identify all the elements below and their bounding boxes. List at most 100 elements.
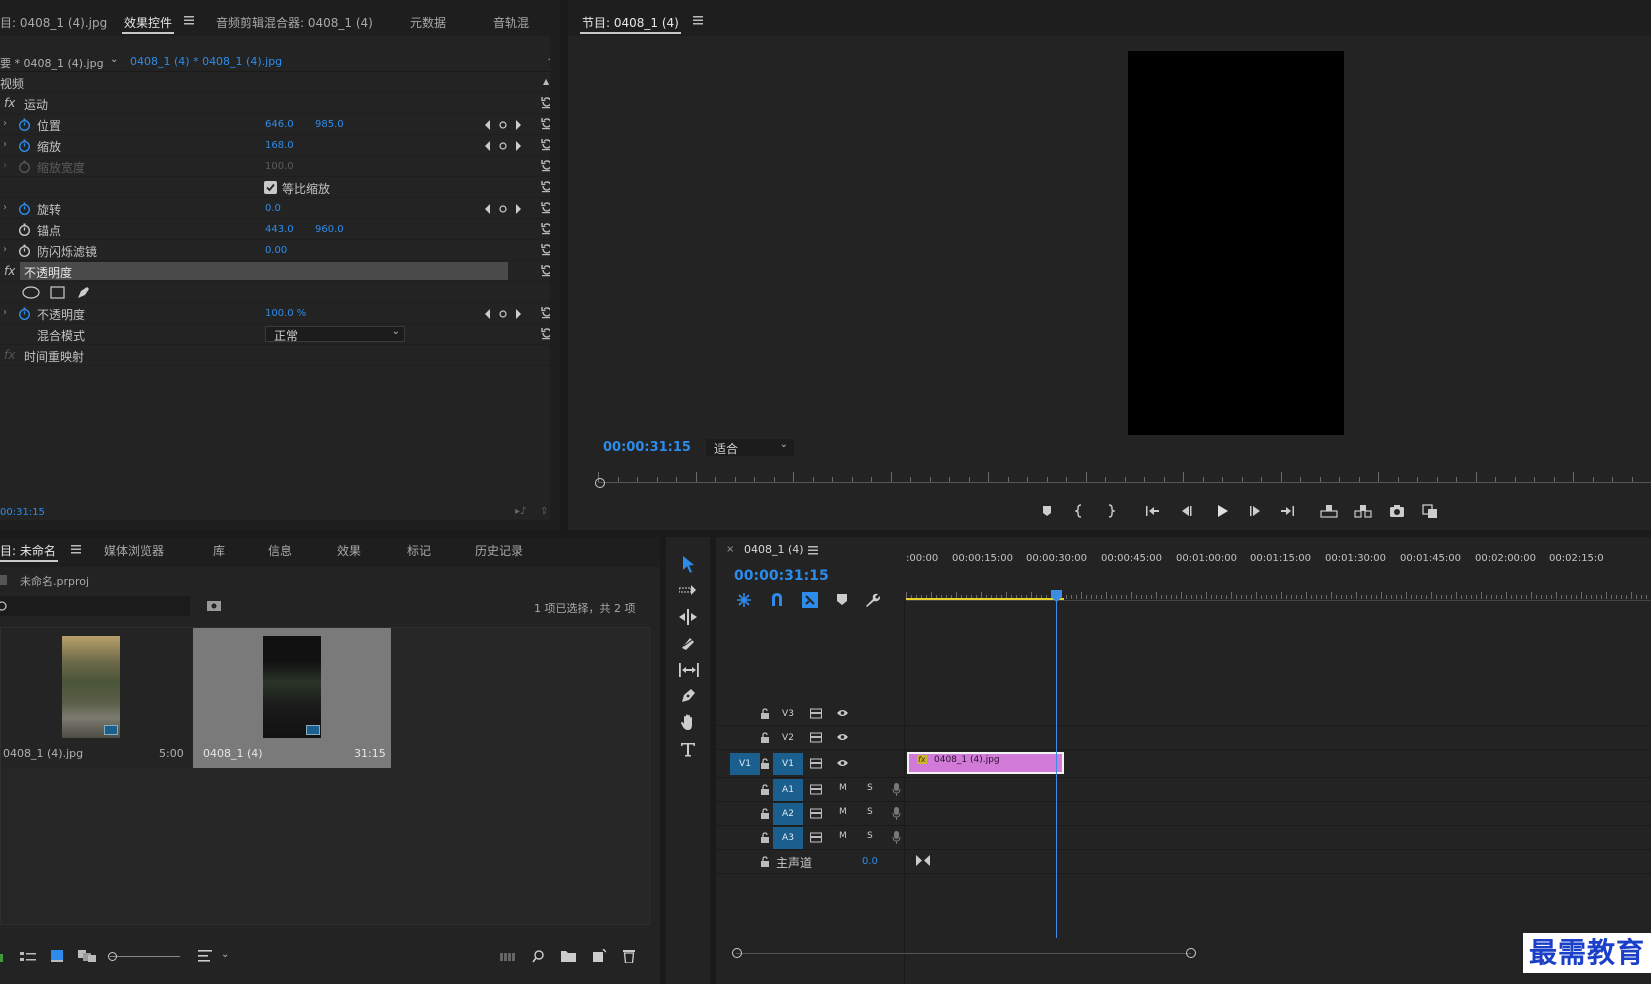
pen-tool-icon[interactable] [680, 688, 696, 704]
opacity-effect-row[interactable]: fx 不透明度 [0, 261, 550, 282]
expand-chevron-icon[interactable]: › [3, 118, 7, 129]
microphone-icon[interactable] [892, 783, 901, 796]
playhead-handle[interactable] [595, 478, 605, 488]
rectangle-mask-icon[interactable] [50, 286, 65, 299]
panel-menu-icon[interactable] [808, 546, 818, 555]
project-item-sequence[interactable]: 0408_1 (4) 31:15 [193, 628, 391, 768]
solo-button[interactable]: S [867, 807, 873, 817]
stopwatch-icon[interactable] [18, 307, 31, 320]
expand-chevron-icon[interactable]: › [3, 307, 7, 318]
timeline-clip[interactable]: fx 0408_1 (4).jpg [907, 752, 1064, 774]
tab-project[interactable]: 目: 未命名 [0, 542, 58, 562]
reset-icon[interactable] [540, 305, 550, 319]
tab-media-browser[interactable]: 媒体浏览器 [104, 542, 164, 559]
stopwatch-icon[interactable] [18, 139, 31, 152]
tab-effects[interactable]: 效果 [337, 542, 361, 559]
eye-icon[interactable] [836, 732, 849, 742]
master-track[interactable]: 主声道 0.0 [716, 850, 1651, 874]
reset-icon[interactable] [540, 95, 550, 109]
mute-button[interactable]: M [839, 831, 847, 841]
project-item-image[interactable]: 0408_1 (4).jpg 5:00 [1, 628, 191, 768]
step-back-icon[interactable] [1178, 502, 1196, 520]
tab-history[interactable]: 历史记录 [475, 542, 523, 559]
icon-view-icon[interactable] [51, 950, 63, 962]
extract-icon[interactable] [1354, 502, 1372, 520]
nest-icon[interactable] [736, 592, 752, 608]
sync-lock-icon[interactable] [810, 832, 822, 843]
reset-icon[interactable] [540, 137, 550, 151]
scale-value[interactable]: 168.0 [265, 140, 294, 151]
tab-audio-clip-mixer[interactable]: 音频剪辑混合器: 0408_1 (4) [216, 14, 373, 31]
clip-fx-badge[interactable]: fx [917, 755, 927, 764]
scrollbar-handle-left[interactable] [732, 948, 742, 958]
sync-lock-icon[interactable] [810, 732, 822, 743]
track-label[interactable]: V3 [773, 703, 803, 725]
microphone-icon[interactable] [892, 831, 901, 844]
sync-lock-icon[interactable] [810, 758, 822, 769]
go-to-in-icon[interactable] [1143, 502, 1161, 520]
audio-track-a1[interactable]: A1 M S [716, 778, 1651, 802]
sync-lock-icon[interactable] [810, 708, 822, 719]
track-label[interactable]: A2 [773, 803, 803, 825]
track-label[interactable]: V1 [773, 753, 803, 775]
keyframe-nav-icon[interactable] [485, 204, 525, 214]
sort-icon[interactable] [198, 950, 212, 962]
chevron-down-icon[interactable]: ⌄ [221, 949, 229, 960]
reset-icon[interactable] [540, 263, 550, 277]
panel-menu-icon[interactable] [71, 545, 81, 554]
lock-icon[interactable] [760, 856, 770, 867]
program-timecode[interactable]: 00:00:31:15 [603, 440, 691, 455]
add-marker-icon[interactable] [836, 593, 848, 606]
wrench-icon[interactable] [864, 592, 880, 608]
track-label[interactable]: A1 [773, 779, 803, 801]
master-volume-value[interactable]: 0.0 [862, 856, 878, 867]
sequence-clip-label[interactable]: 0408_1 (4) * 0408_1 (4).jpg [130, 55, 282, 68]
add-marker-icon[interactable] [1038, 502, 1056, 520]
hand-tool-icon[interactable] [680, 714, 696, 731]
reset-icon[interactable] [540, 116, 550, 130]
slip-tool-icon[interactable] [679, 663, 699, 677]
track-select-tool-icon[interactable] [679, 583, 697, 597]
timeline-scrollbar[interactable] [716, 947, 1651, 959]
stopwatch-icon[interactable] [18, 202, 31, 215]
tab-program-monitor[interactable]: 节目: 0408_1 (4) [580, 14, 681, 34]
antiflicker-value[interactable]: 0.00 [265, 245, 287, 256]
compare-view-icon[interactable] [1421, 502, 1439, 520]
panel-collapse-icon[interactable]: ◂ [548, 54, 550, 65]
new-bin-icon[interactable] [561, 950, 576, 962]
mute-button[interactable]: M [839, 807, 847, 817]
program-viewer-frame[interactable] [1128, 51, 1344, 435]
rotation-value[interactable]: 0.0 [265, 203, 281, 214]
anchor-x-value[interactable]: 443.0 [265, 224, 294, 235]
reset-icon[interactable] [540, 179, 550, 193]
opacity-section-highlight[interactable] [20, 262, 508, 280]
new-search-bin-icon[interactable] [206, 599, 222, 613]
reset-icon[interactable] [540, 326, 550, 340]
snap-icon[interactable] [770, 592, 784, 607]
opacity-value[interactable]: 100.0 % [265, 308, 306, 319]
timeline-ruler[interactable]: :00:00 00:00:15:00 00:00:30:00 00:00:45:… [906, 549, 1651, 581]
search-input[interactable] [0, 596, 190, 616]
ripple-edit-tool-icon[interactable] [679, 609, 697, 625]
lock-icon[interactable] [760, 808, 770, 819]
position-y-value[interactable]: 985.0 [315, 119, 344, 130]
reset-icon[interactable] [540, 200, 550, 214]
automate-to-sequence-icon[interactable] [500, 951, 516, 962]
clip-dropdown-icon[interactable]: ⌄ [110, 54, 118, 65]
audio-only-icon[interactable]: ▸♪ [515, 506, 526, 517]
go-to-edit-point-icon[interactable] [916, 855, 930, 866]
video-track-v3[interactable]: V3 [716, 702, 1651, 726]
lock-bin-icon[interactable] [0, 954, 3, 962]
keyframe-nav-icon[interactable] [485, 141, 525, 151]
solo-button[interactable]: S [867, 783, 873, 793]
video-track-v1[interactable]: V1 V1 fx 0408_1 (4).jpg [716, 750, 1651, 778]
step-forward-icon[interactable] [1246, 502, 1264, 520]
pen-mask-icon[interactable] [76, 285, 91, 300]
timeline-timecode[interactable]: 00:00:31:15 [734, 568, 829, 584]
source-patch-v1[interactable]: V1 [730, 753, 760, 775]
panel-menu-icon[interactable] [184, 16, 194, 25]
scroll-up-icon[interactable]: ▲ [543, 77, 549, 86]
track-label[interactable]: A3 [773, 827, 803, 849]
fx-badge[interactable]: fx [4, 96, 15, 110]
export-icon[interactable]: ⇪ [540, 506, 548, 517]
